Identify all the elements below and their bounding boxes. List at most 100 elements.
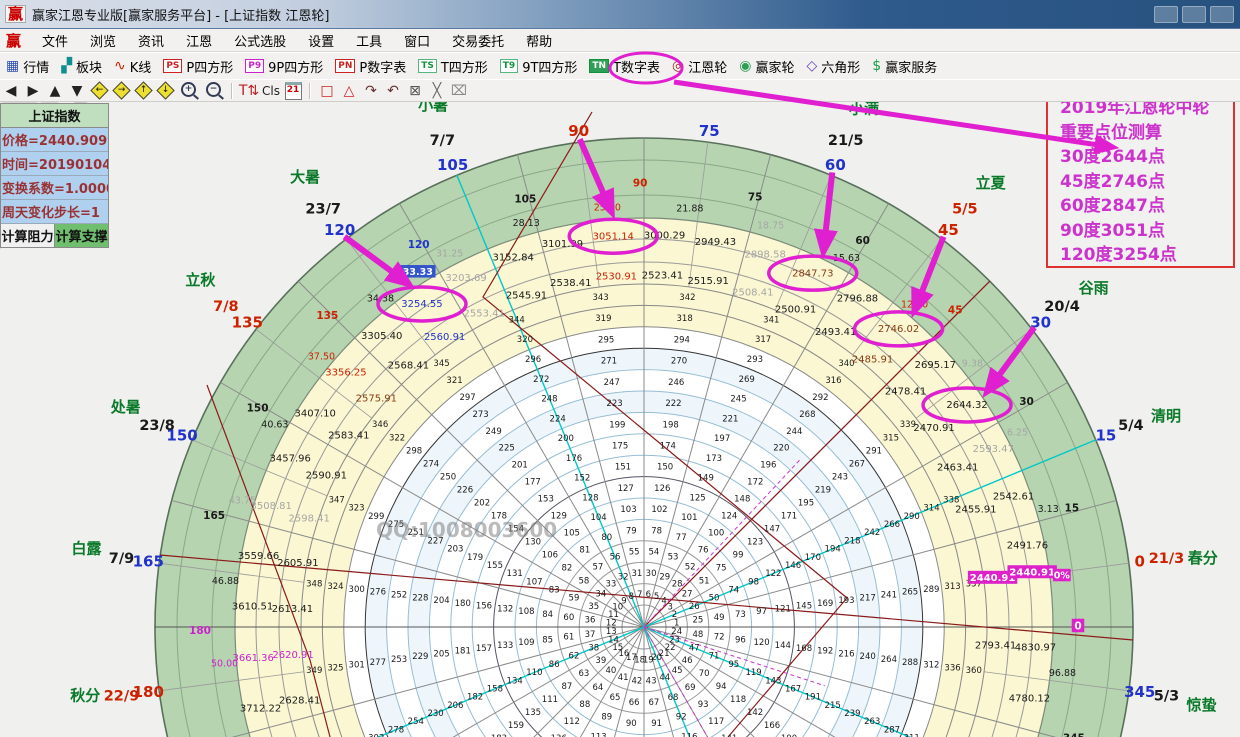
menu-item-tools[interactable]: 工具 bbox=[345, 29, 393, 52]
toolbar-button-hexagon[interactable]: ◇六角形 bbox=[801, 56, 867, 77]
menu-item-gann[interactable]: 江恩 bbox=[175, 29, 223, 52]
menu-item-settings[interactable]: 设置 bbox=[297, 29, 345, 52]
conversion-factor-value: 变换系数=1.00000 bbox=[1, 176, 108, 200]
tool-button-step-down[interactable]: ▼ bbox=[66, 82, 88, 100]
toolbar-button-label: T数字表 bbox=[613, 57, 660, 76]
draw-square-icon: □ bbox=[320, 83, 333, 99]
menu-item-file[interactable]: 文件 bbox=[31, 29, 79, 52]
outer-spiral-price: 4830.97 bbox=[1015, 643, 1056, 654]
tool-button-time-axis[interactable]: T⇅ bbox=[238, 82, 260, 100]
tool-button-calendar[interactable]: 21 bbox=[282, 82, 304, 100]
wheel-number: 277 bbox=[370, 658, 386, 668]
tool-button-crosshair[interactable]: ╳ bbox=[426, 82, 448, 100]
window-controls[interactable] bbox=[1154, 6, 1234, 23]
percent-label: 28.13 bbox=[513, 218, 540, 229]
tool-button-fit-window[interactable]: ⊠ bbox=[404, 82, 426, 100]
wheel-number: 220 bbox=[773, 444, 789, 454]
tool-button-scroll-right[interactable]: ▶ bbox=[22, 82, 44, 100]
outer-spiral-price: 3356.25 bbox=[325, 368, 366, 379]
toolbar-button-sectors[interactable]: ▞板块 bbox=[55, 56, 108, 77]
wheel-number: 349 bbox=[306, 666, 322, 676]
tool-button-zoom-out[interactable]: − bbox=[201, 82, 226, 100]
wheel-number: 70 bbox=[699, 669, 710, 679]
tool-button-step-up[interactable]: ▲ bbox=[44, 82, 66, 100]
pan-up-icon: ↑ bbox=[134, 81, 152, 99]
menu-item-formula[interactable]: 公式选股 bbox=[223, 29, 297, 52]
toolbar-button-gann-wheel[interactable]: ◎江恩轮 bbox=[666, 56, 733, 77]
menu-item-help[interactable]: 帮助 bbox=[515, 29, 563, 52]
toolbar-button-9t-square[interactable]: T99T四方形 bbox=[494, 56, 584, 77]
inner-spiral-price: 2560.91 bbox=[424, 332, 465, 343]
tool-button-pan-left[interactable]: ← bbox=[88, 82, 110, 100]
wheel-number: 312 bbox=[923, 661, 939, 671]
wheel-number: 42 bbox=[631, 677, 642, 687]
rim-term-label: 立秋 bbox=[185, 271, 216, 289]
degree-label: 60 bbox=[855, 235, 870, 247]
wheel-number: 93 bbox=[698, 700, 709, 710]
toolbar-button-kline[interactable]: ∿K线 bbox=[108, 56, 157, 77]
wheel-number: 174 bbox=[660, 441, 676, 451]
annotation-line: 30度2644点 bbox=[1060, 145, 1233, 170]
tool-button-cls-button[interactable]: Cls bbox=[260, 82, 282, 100]
percent-label: 6.25 bbox=[1007, 428, 1028, 439]
toolbar-button-t-square[interactable]: TST四方形 bbox=[412, 56, 494, 77]
tool-button-draw-triangle[interactable]: △ bbox=[338, 82, 360, 100]
toolbar-button-label: 六角形 bbox=[821, 57, 860, 76]
wheel-number: 268 bbox=[799, 410, 815, 420]
wheel-number: 263 bbox=[864, 717, 880, 727]
wheel-number: 131 bbox=[507, 569, 523, 579]
wheel-number: 121 bbox=[775, 604, 791, 614]
maximize-icon[interactable] bbox=[1182, 6, 1206, 23]
tool-button-scroll-left[interactable]: ◀ bbox=[0, 82, 22, 100]
percent-label: 18.75 bbox=[757, 221, 784, 232]
rim-term-label: 谷雨 bbox=[1079, 279, 1109, 297]
wheel-number: 244 bbox=[786, 427, 802, 437]
wheel-number: 301 bbox=[349, 661, 365, 671]
rim-term-label: 白露 bbox=[71, 539, 102, 557]
wheel-number: 25 bbox=[693, 616, 704, 626]
close-icon[interactable] bbox=[1210, 6, 1234, 23]
percent-label: 25.00 bbox=[594, 203, 621, 214]
toolbar-button-quotes[interactable]: ▦行情 bbox=[0, 56, 55, 77]
inner-spiral-price: 2515.91 bbox=[687, 276, 728, 287]
inner-spiral-price: 2605.91 bbox=[277, 558, 318, 569]
toolbar-button-winner-wheel[interactable]: ◉赢家轮 bbox=[733, 56, 800, 77]
wheel-number: 5 bbox=[654, 592, 659, 602]
outer-spiral-price: 3051.14 bbox=[593, 231, 634, 242]
tool-button-pan-down[interactable]: ↓ bbox=[154, 82, 176, 100]
calc-resistance-button[interactable]: 计算阻力 bbox=[1, 224, 55, 247]
wheel-number: 97 bbox=[756, 607, 767, 617]
wheel-number: 43 bbox=[646, 677, 657, 687]
outer-spiral-price: 3508.81 bbox=[251, 501, 292, 512]
tool-button-clear-marks[interactable]: ⌧ bbox=[448, 82, 470, 100]
minimize-icon[interactable] bbox=[1154, 6, 1178, 23]
scroll-left-icon: ◀ bbox=[6, 83, 17, 99]
pan-right-icon: → bbox=[112, 81, 130, 99]
toolbar-button-p-table[interactable]: PNP数字表 bbox=[329, 56, 412, 77]
toolbar-button-p-square[interactable]: PSP四方形 bbox=[157, 56, 239, 77]
tool-button-zoom-in[interactable]: + bbox=[176, 82, 201, 100]
wheel-number: 4 bbox=[661, 597, 666, 607]
tool-button-rotate-ccw[interactable]: ↶ bbox=[382, 82, 404, 100]
toolbar-button-winner-service[interactable]: $赢家服务 bbox=[866, 56, 943, 77]
calc-support-button[interactable]: 计算支撑 bbox=[55, 224, 108, 247]
tool-button-draw-square[interactable]: □ bbox=[316, 82, 338, 100]
wheel-number: 182 bbox=[467, 693, 483, 703]
menu-item-browse[interactable]: 浏览 bbox=[79, 29, 127, 52]
annotation-line: 90度3051点 bbox=[1060, 219, 1233, 244]
tool-button-pan-right[interactable]: → bbox=[110, 82, 132, 100]
rim-degree-label: 30 bbox=[1030, 313, 1051, 331]
wheel-number: 125 bbox=[689, 493, 705, 503]
toolbar-button-t-table[interactable]: TNT数字表 bbox=[583, 56, 666, 77]
menu-item-window[interactable]: 窗口 bbox=[393, 29, 441, 52]
menu-item-news[interactable]: 资讯 bbox=[127, 29, 175, 52]
tool-button-pan-up[interactable]: ↑ bbox=[132, 82, 154, 100]
outer-spiral-price: 2440.91 bbox=[1009, 568, 1055, 579]
toolbar-button-9p-square[interactable]: P99P四方形 bbox=[239, 56, 329, 77]
tool-button-rotate-cw[interactable]: ↷ bbox=[360, 82, 382, 100]
menu-item-trading[interactable]: 交易委托 bbox=[441, 29, 515, 52]
percent-label: 9.38 bbox=[962, 359, 983, 370]
degree-label: 0 bbox=[1074, 621, 1081, 633]
wheel-number: 124 bbox=[721, 512, 737, 522]
wheel-number: 102 bbox=[651, 505, 667, 515]
